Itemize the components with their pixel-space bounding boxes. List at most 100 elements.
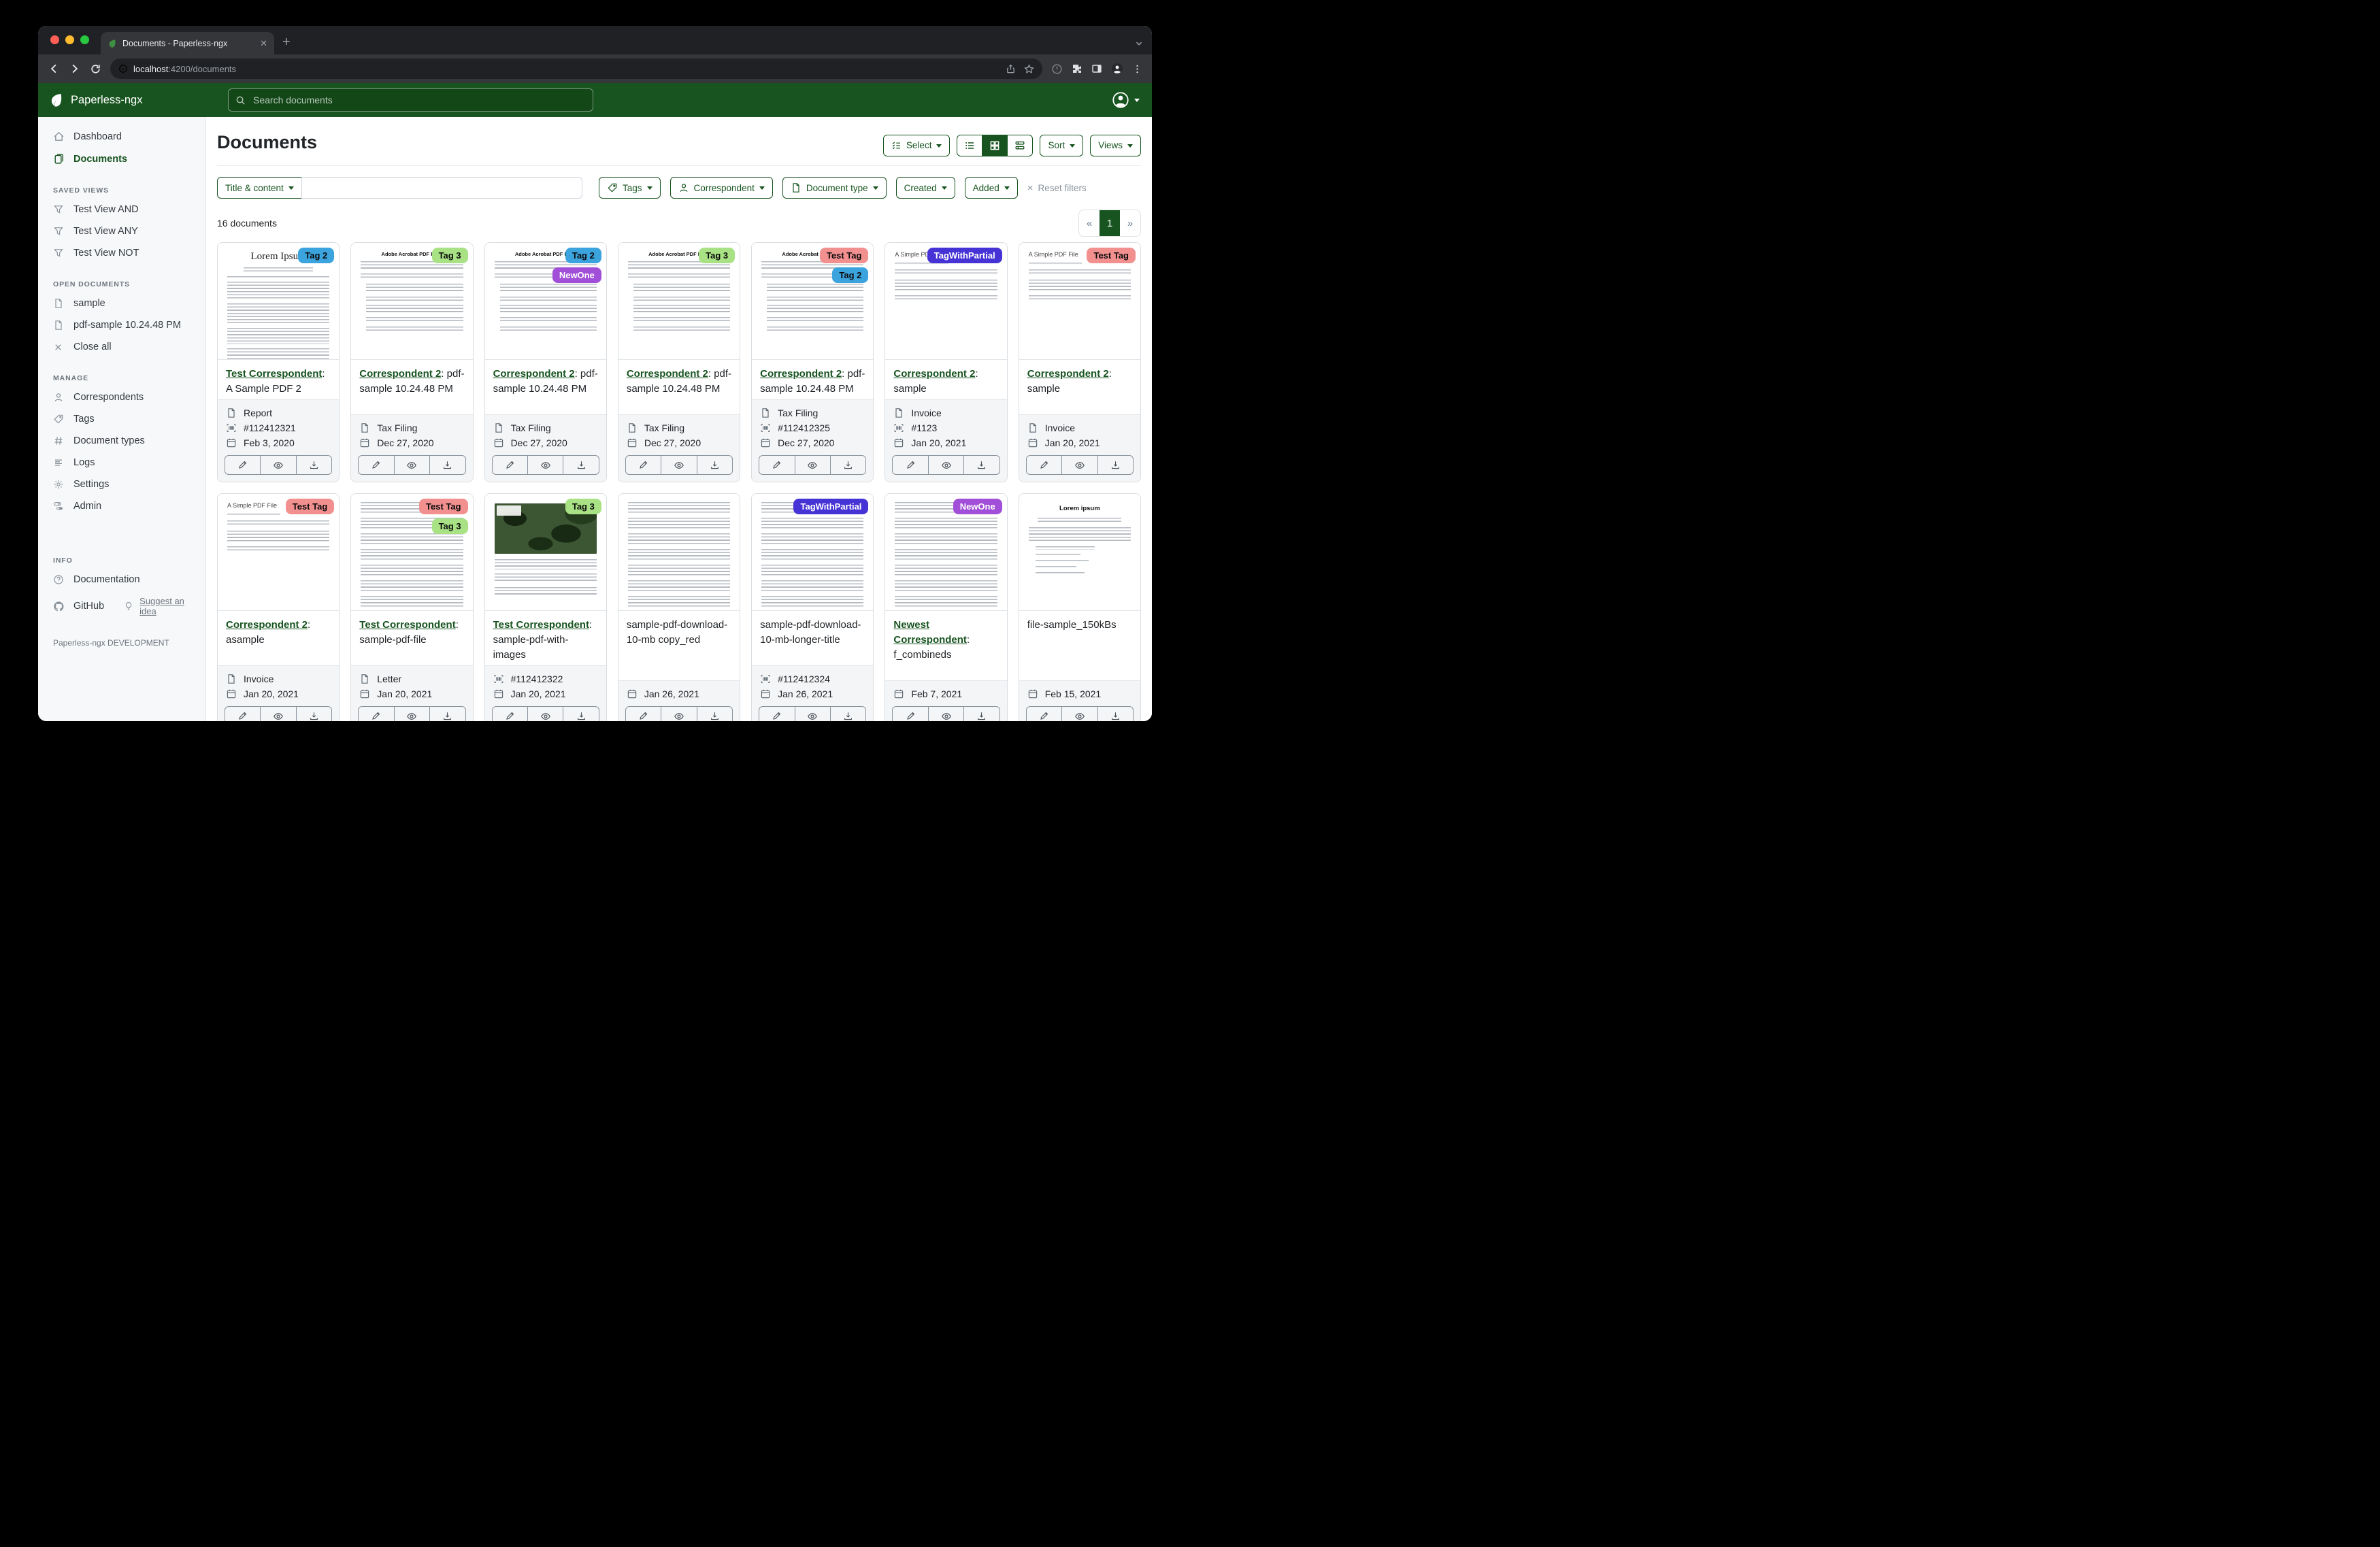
edit-document-button[interactable] [225,707,260,721]
sidebar-item-github[interactable]: GitHubSuggest an idea [38,590,205,622]
correspondent-link[interactable]: Test Correspondent [359,619,455,631]
bookmark-star-icon[interactable] [1024,64,1034,74]
document-card[interactable]: Adobe Acrobat PDF FilesTag 3Corresponden… [618,242,740,482]
edit-document-button[interactable] [759,707,794,721]
tag-badge[interactable]: Test Tag [286,499,335,514]
minimize-window-button[interactable] [65,35,74,44]
document-card[interactable]: Adobe Acrobat PDF FilesTag 2NewOneCorres… [484,242,607,482]
back-icon[interactable] [48,63,60,75]
view-document-button[interactable] [260,707,295,721]
view-document-button[interactable] [928,456,963,474]
view-document-button[interactable] [394,456,429,474]
document-thumbnail[interactable]: Lorem IpsumTag 2 [218,243,339,360]
sidebar-item-tags[interactable]: Tags [38,408,205,430]
download-document-button[interactable] [1097,456,1133,474]
side-panel-icon[interactable] [1091,63,1102,74]
tag-badge[interactable]: TagWithPartial [927,248,1002,263]
document-thumbnail[interactable]: Tag 3 [485,494,606,611]
browser-tab[interactable]: Documents - Paperless-ngx ✕ [101,32,274,54]
download-document-button[interactable] [429,456,465,474]
download-document-button[interactable] [1097,707,1133,721]
sort-button[interactable]: Sort [1040,135,1083,156]
view-document-button[interactable] [394,707,429,721]
sidebar-item-admin[interactable]: Admin [38,495,205,517]
reset-filters-button[interactable]: ×Reset filters [1027,182,1087,194]
download-document-button[interactable] [563,707,598,721]
edit-document-button[interactable] [893,456,927,474]
view-document-button[interactable] [260,456,295,474]
close-window-button[interactable] [50,35,59,44]
sidebar-item-logs[interactable]: Logs [38,452,205,473]
correspondent-link[interactable]: Correspondent 2 [359,368,441,380]
page-next-button[interactable]: » [1120,210,1140,236]
document-thumbnail[interactable]: Adobe Acrobat PDF FilesTest TagTag 2 [752,243,873,360]
sidebar-item-correspondents[interactable]: Correspondents [38,386,205,408]
download-document-button[interactable] [963,707,999,721]
document-card[interactable]: Lorem IpsumTag 2Test Correspondent: A Sa… [217,242,340,482]
sidebar-item-sample[interactable]: sample [38,293,205,314]
document-thumbnail[interactable]: A Simple PDF FileTest Tag [1019,243,1140,360]
document-thumbnail[interactable]: Lorem ipsum [1019,494,1140,611]
tag-badge[interactable]: Test Tag [419,499,468,514]
view-document-button[interactable] [527,456,563,474]
sidebar-item-test-view-any[interactable]: Test View ANY [38,220,205,242]
document-card[interactable]: sample-pdf-download-10-mb copy_redJan 26… [618,493,740,721]
edit-document-button[interactable] [759,456,794,474]
document-card[interactable]: Adobe Acrobat PDF FilesTag 3Corresponden… [350,242,473,482]
url-bar[interactable]: localhost:4200/documents [110,59,1042,79]
sidebar-item-test-view-and[interactable]: Test View AND [38,199,205,220]
edit-document-button[interactable] [1027,456,1061,474]
zoom-window-button[interactable] [80,35,89,44]
share-icon[interactable] [1006,64,1016,74]
document-card[interactable]: Tag 3Test Correspondent: sample-pdf-with… [484,493,607,721]
download-document-button[interactable] [296,456,331,474]
search-input[interactable] [252,94,586,106]
document-card[interactable]: TagWithPartialsample-pdf-download-10-mb-… [751,493,874,721]
sidebar-item-settings[interactable]: Settings [38,473,205,495]
document-thumbnail[interactable]: Adobe Acrobat PDF FilesTag 2NewOne [485,243,606,360]
tag-badge[interactable]: NewOne [953,499,1002,514]
views-button[interactable]: Views [1090,135,1141,156]
document-thumbnail[interactable] [618,494,740,611]
correspondent-link[interactable]: Test Correspondent [226,368,322,380]
edit-document-button[interactable] [359,456,393,474]
suggest-an-idea-link[interactable]: Suggest an idea [124,596,196,616]
document-thumbnail[interactable]: NewOne [885,494,1006,611]
tag-badge[interactable]: Tag 2 [298,248,334,263]
correspondent-link[interactable]: Correspondent 2 [226,619,308,631]
tab-close-icon[interactable]: ✕ [260,38,267,49]
correspondent-link[interactable]: Newest Correspondent [893,619,967,646]
edit-document-button[interactable] [493,707,527,721]
sidebar-item-dashboard[interactable]: Dashboard [38,125,205,148]
filter-correspondent-button[interactable]: Correspondent [670,177,773,199]
document-card[interactable]: Adobe Acrobat PDF FilesTest TagTag 2 Corr… [751,242,874,482]
document-thumbnail[interactable]: A Simple PDF FileTagWithPartial [885,243,1006,360]
tag-badge[interactable]: Tag 3 [699,248,735,263]
tag-badge[interactable]: Test Tag [820,248,869,263]
view-document-button[interactable] [795,456,830,474]
edit-document-button[interactable] [1027,707,1061,721]
sidebar-item-document-types[interactable]: Document types [38,430,205,452]
new-tab-button[interactable]: + [282,35,291,50]
select-button[interactable]: Select [883,135,951,156]
correspondent-link[interactable]: Correspondent 2 [893,368,975,380]
filter-created-button[interactable]: Created [896,177,955,199]
document-thumbnail[interactable]: Adobe Acrobat PDF FilesTag 3 [618,243,740,360]
tag-badge[interactable]: Test Tag [1087,248,1136,263]
extension-badge-icon[interactable] [1051,63,1063,75]
tag-badge[interactable]: Tag 3 [432,248,468,263]
document-card[interactable]: A Simple PDF FileTest Tag Correspondent 2… [217,493,340,721]
extensions-puzzle-icon[interactable] [1072,63,1082,74]
correspondent-link[interactable]: Correspondent 2 [760,368,842,380]
download-document-button[interactable] [830,456,865,474]
forward-icon[interactable] [69,63,81,75]
view-document-button[interactable] [1061,707,1097,721]
view-list-button[interactable] [957,135,982,156]
download-document-button[interactable] [697,707,732,721]
document-thumbnail[interactable]: A Simple PDF FileTest Tag [218,494,339,611]
view-document-button[interactable] [1061,456,1097,474]
download-document-button[interactable] [963,456,999,474]
view-document-button[interactable] [928,707,963,721]
edit-document-button[interactable] [493,456,527,474]
filter-added-button[interactable]: Added [965,177,1018,199]
